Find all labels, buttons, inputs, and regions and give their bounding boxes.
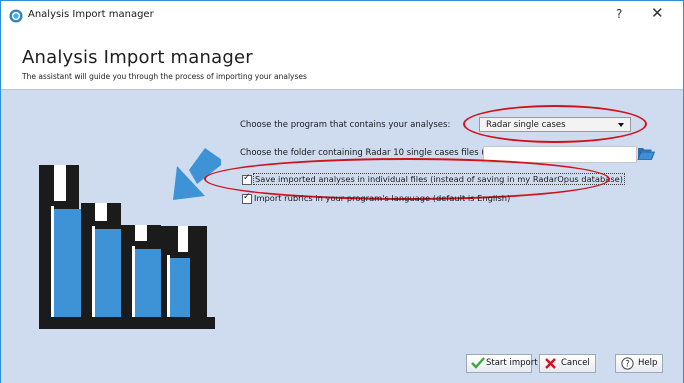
svg-text:?: ? xyxy=(625,360,630,370)
app-logo-icon xyxy=(9,9,23,23)
page-subtitle: The assistant will guide you through the… xyxy=(22,72,307,81)
question-circle-icon: ? xyxy=(621,357,634,370)
save-individual-checkbox[interactable]: ✓ xyxy=(242,173,252,185)
close-button[interactable]: ✕ xyxy=(651,5,664,21)
import-chart-illustration xyxy=(39,148,221,329)
content-panel: Choose the program that contains your an… xyxy=(1,89,683,383)
header-panel: Analysis Import manager The assistant wi… xyxy=(1,31,683,89)
page-title: Analysis Import manager xyxy=(22,47,253,68)
checkmark-icon xyxy=(471,357,485,369)
folder-label: Choose the folder containing Radar 10 si… xyxy=(240,148,508,158)
chevron-down-icon xyxy=(618,123,624,127)
import-arrow-icon xyxy=(173,148,221,200)
start-import-label: Start import xyxy=(486,358,538,368)
save-individual-label[interactable]: Save imported analyses in individual fil… xyxy=(253,173,625,185)
program-label: Choose the program that contains your an… xyxy=(240,120,451,130)
help-button[interactable]: ? Help xyxy=(615,354,663,373)
cancel-label: Cancel xyxy=(561,358,590,368)
help-titlebar-button[interactable]: ? xyxy=(616,7,622,21)
program-select-value: Radar single cases xyxy=(486,120,566,130)
folder-path-input[interactable] xyxy=(483,146,637,163)
program-select[interactable]: Radar single cases xyxy=(479,117,631,132)
checkmark-icon: ✓ xyxy=(243,173,251,183)
start-import-button[interactable]: Start import xyxy=(466,354,538,373)
window-title: Analysis Import manager xyxy=(28,9,154,20)
import-rubrics-checkbox[interactable]: ✓ xyxy=(242,192,252,204)
import-manager-window: Analysis Import manager ? ✕ Analysis Imp… xyxy=(0,0,684,383)
checkmark-icon: ✓ xyxy=(243,192,251,202)
folder-open-icon[interactable] xyxy=(637,145,655,161)
title-bar: Analysis Import manager ? ✕ xyxy=(1,1,683,31)
help-label: Help xyxy=(638,358,658,368)
cancel-button[interactable]: Cancel xyxy=(539,354,596,373)
import-rubrics-label[interactable]: Import rubrics in your program's languag… xyxy=(254,193,510,203)
cross-icon xyxy=(545,358,556,369)
